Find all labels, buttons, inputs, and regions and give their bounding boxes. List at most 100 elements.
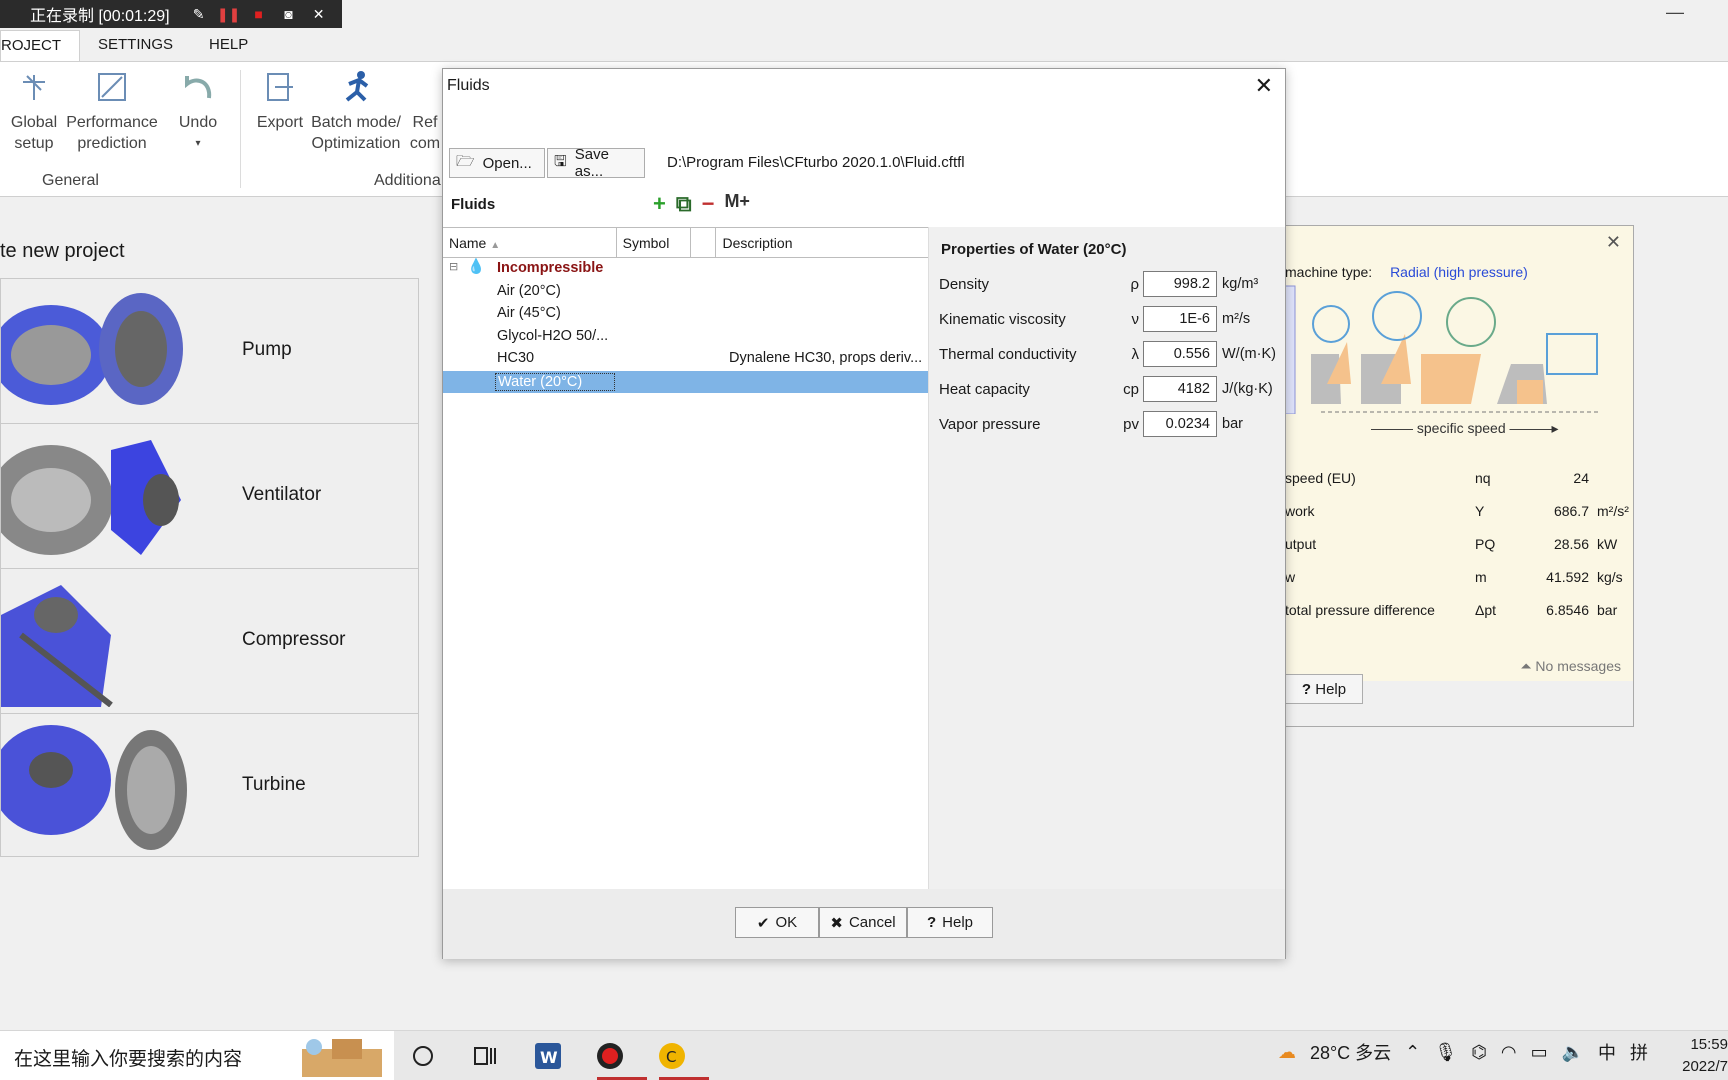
specific-speed-axis-label: ——— specific speed ———▸ xyxy=(1371,420,1559,436)
record-app-icon[interactable] xyxy=(595,1041,625,1071)
ventilator-tile[interactable]: Ventilator xyxy=(1,424,418,569)
cancel-button[interactable]: ✖ Cancel xyxy=(819,907,907,938)
machine-type-value[interactable]: Radial (high pressure) xyxy=(1390,264,1528,280)
pause-icon[interactable]: ❚❚ xyxy=(214,6,244,23)
compressor-tile[interactable]: Compressor xyxy=(1,569,418,714)
ime-chinese[interactable]: 中 xyxy=(1598,1039,1616,1065)
property-value-field[interactable]: 4182 xyxy=(1143,376,1217,402)
chevron-up-icon[interactable]: ⌃ xyxy=(1405,1042,1420,1063)
undo-dropdown-icon[interactable]: ▾ xyxy=(172,133,224,154)
tab-project[interactable]: ROJECT xyxy=(0,30,80,61)
wifi-icon[interactable]: ◠ xyxy=(1501,1042,1517,1063)
close-icon[interactable]: ✕ xyxy=(1606,232,1621,253)
battery-icon[interactable]: ▭ xyxy=(1531,1042,1548,1063)
property-value-field[interactable]: 998.2 xyxy=(1143,271,1217,297)
global-setup-icon xyxy=(17,70,51,104)
minimize-icon[interactable]: — xyxy=(1666,2,1684,23)
list-item[interactable]: Air (45°C) xyxy=(443,303,928,326)
list-item[interactable]: Glycol-H2O 50/... xyxy=(443,326,928,349)
property-row: Thermal conductivity λ 0.556 W/(m·K) xyxy=(937,341,1281,367)
clock[interactable]: 15:59 2022/7 xyxy=(1682,1034,1728,1078)
task-view-icon[interactable] xyxy=(408,1041,438,1071)
water-drops-icon: 💧 xyxy=(467,259,486,275)
turbine-tile[interactable]: Turbine xyxy=(1,714,418,859)
list-item[interactable]: HC30 Dynalene HC30, props deriv... xyxy=(443,348,928,371)
batch-mode-button[interactable]: Batch mode/ Optimization xyxy=(308,70,404,154)
property-row: Vapor pressure pv 0.0234 bar xyxy=(937,411,1281,437)
machine-type: machine type: Radial (high pressure) xyxy=(1285,264,1528,280)
export-icon xyxy=(263,70,297,104)
bg-row: total pressure difference Δpt 6.8546 bar xyxy=(1285,602,1617,618)
open-button[interactable]: 🗁 Open... xyxy=(449,148,545,178)
add-copy-icon[interactable]: ⧉ xyxy=(676,191,692,217)
turbine-label: Turbine xyxy=(242,774,306,795)
row-symbol: Y xyxy=(1475,503,1485,519)
add-icon[interactable]: + xyxy=(653,191,666,217)
word-icon[interactable]: W xyxy=(533,1041,563,1071)
multitask-icon[interactable] xyxy=(470,1041,500,1071)
open-label: Open... xyxy=(482,154,532,172)
tab-settings[interactable]: SETTINGS xyxy=(80,30,191,61)
help-button[interactable]: ? Help xyxy=(1285,674,1363,704)
cfturbo-app-icon[interactable]: C xyxy=(657,1041,687,1071)
list-item-selected[interactable]: Water (20°C) xyxy=(443,370,928,393)
pump-label: Pump xyxy=(242,339,292,360)
property-name: Thermal conductivity xyxy=(939,346,1077,363)
ref-button[interactable]: Ref com xyxy=(408,70,442,154)
camera-icon[interactable]: ◙ xyxy=(274,6,304,22)
tree-group-incompressible[interactable]: ⊟ 💧 Incompressible xyxy=(443,258,928,281)
ime-pinyin[interactable]: 拼 xyxy=(1630,1039,1648,1065)
ok-label: OK xyxy=(775,914,798,931)
weather-text[interactable]: 28°C 多云 xyxy=(1310,1039,1391,1065)
svg-text:W: W xyxy=(540,1048,558,1067)
column-header-description[interactable]: Description xyxy=(716,228,928,257)
collapse-icon[interactable]: ⊟ xyxy=(449,260,458,273)
help-button[interactable]: ? Help xyxy=(907,907,993,938)
column-header-symbol[interactable]: Symbol xyxy=(617,228,692,257)
volume-icon[interactable]: 🔈 xyxy=(1562,1042,1584,1063)
properties-panel: Properties of Water (20°C) Density ρ 998.2… xyxy=(929,227,1285,923)
fluid-name: Air (20°C) xyxy=(497,282,561,299)
row-symbol: nq xyxy=(1475,470,1491,486)
close-icon[interactable]: ✕ xyxy=(304,6,334,23)
fluid-name: Water (20°C) xyxy=(495,372,615,391)
list-item[interactable]: Air (20°C) xyxy=(443,281,928,304)
network-icon[interactable]: ⌬ xyxy=(1471,1042,1487,1063)
property-value-field[interactable]: 0.556 xyxy=(1143,341,1217,367)
tab-help[interactable]: HELP xyxy=(191,30,266,61)
ok-button[interactable]: ✔ OK xyxy=(735,907,819,938)
merge-icon[interactable]: M+ xyxy=(724,191,750,217)
recording-status: 正在录制 [00:01:29] xyxy=(30,8,170,25)
remove-icon[interactable]: − xyxy=(702,191,715,217)
column-header-name[interactable]: Name ▲ xyxy=(443,228,617,257)
pump-tile[interactable]: Pump xyxy=(1,279,418,424)
project-type-list: Pump Ventilator Compressor Turbine xyxy=(0,278,419,857)
svg-text:C: C xyxy=(666,1048,676,1066)
close-icon[interactable]: ✕ xyxy=(1255,73,1273,99)
performance-prediction-button[interactable]: Performance prediction xyxy=(64,70,160,154)
messages-status[interactable]: ⏶ No messages xyxy=(1520,658,1621,675)
compressor-image xyxy=(1,585,113,707)
question-icon: ? xyxy=(926,914,937,931)
table-header: Name ▲ Symbol Description xyxy=(443,227,928,258)
specific-speed-label: specific speed xyxy=(1416,420,1506,436)
screen-recorder-bar: 正在录制 [00:01:29] ✎ ❚❚ ■ ◙ ✕ xyxy=(0,0,342,28)
global-setup-button[interactable]: Global setup xyxy=(8,70,60,154)
save-as-label: Save as... xyxy=(574,146,609,180)
property-value-field[interactable]: 0.0234 xyxy=(1143,411,1217,437)
save-as-button[interactable]: 🖫 Save as... xyxy=(547,146,645,180)
taskbar: 在这里输入你要搜索的内容 W C ☁ 28°C 多云 ⌃ 🎙 ⌬ ◠ ▭ 🔈 中… xyxy=(0,1030,1728,1080)
property-value-field[interactable]: 1E-6 xyxy=(1143,306,1217,332)
undo-button[interactable]: Undo ▾ xyxy=(172,70,224,154)
column-name-label: Name xyxy=(449,235,487,251)
bg-row: w m 41.592 kg/s xyxy=(1285,569,1623,585)
row-symbol: m xyxy=(1475,569,1487,585)
microphone-icon[interactable]: 🎙 xyxy=(1434,1042,1457,1063)
row-unit: kW xyxy=(1597,536,1618,552)
stop-icon[interactable]: ■ xyxy=(244,6,274,22)
export-button[interactable]: Export xyxy=(254,70,306,133)
property-unit: m²/s xyxy=(1222,311,1251,327)
pen-icon[interactable]: ✎ xyxy=(184,6,214,23)
fluid-description: Dynalene HC30, props deriv... xyxy=(729,350,923,366)
row-value: 6.8546 xyxy=(1546,602,1589,618)
